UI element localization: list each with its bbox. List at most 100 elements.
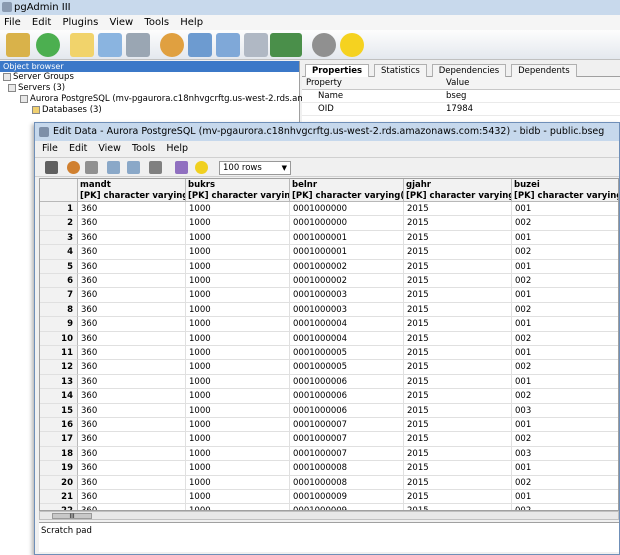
table-cell[interactable]: 0001000008 [290, 475, 404, 490]
table-cell[interactable]: 002 [512, 216, 618, 231]
table-cell[interactable]: 1000 [186, 259, 290, 274]
table-cell[interactable]: 0001000003 [290, 288, 404, 303]
table-cell[interactable]: 360 [78, 216, 186, 231]
table-cell[interactable]: 2015 [404, 216, 512, 231]
table-cell[interactable]: 360 [78, 288, 186, 303]
table-cell[interactable]: 0001000009 [290, 504, 404, 510]
table-cell[interactable]: 0001000007 [290, 418, 404, 433]
scrollbar-thumb[interactable]: III [52, 513, 92, 520]
table-cell[interactable]: 0001000006 [290, 403, 404, 418]
table-cell[interactable]: 0001000004 [290, 317, 404, 332]
column-header-belnr[interactable]: belnr[PK] character varying(10) [290, 179, 404, 202]
table-cell[interactable]: 0001000003 [290, 302, 404, 318]
table-cell[interactable]: 002 [512, 274, 618, 289]
edit-menu-help[interactable]: Help [162, 142, 192, 156]
table-cell[interactable]: 1000 [186, 216, 290, 231]
table-cell[interactable]: 1000 [186, 245, 290, 260]
table-cell[interactable]: 360 [78, 490, 186, 505]
menu-file[interactable]: File [0, 15, 25, 30]
table-cell[interactable]: 002 [512, 504, 618, 510]
property-row[interactable]: Name bseg [302, 90, 620, 103]
table-cell[interactable]: 1000 [186, 274, 290, 289]
table-cell[interactable]: 001 [512, 202, 618, 217]
tab-dependents[interactable]: Dependents [511, 64, 577, 77]
table-cell[interactable]: 001 [512, 375, 618, 390]
table-cell[interactable]: 360 [78, 317, 186, 332]
menu-tools[interactable]: Tools [140, 15, 173, 30]
tree-item-servers[interactable]: Servers (3) [0, 83, 299, 94]
help-icon[interactable] [195, 161, 208, 174]
table-cell[interactable]: 1000 [186, 360, 290, 375]
table-cell[interactable]: 2015 [404, 475, 512, 490]
table-cell[interactable]: 360 [78, 475, 186, 490]
table-cell[interactable]: 2015 [404, 374, 512, 390]
table-cell[interactable]: 002 [512, 389, 618, 404]
table-cell[interactable]: 002 [512, 360, 618, 375]
table-cell[interactable]: 001 [512, 231, 618, 246]
tree-item-aurora-server[interactable]: Aurora PostgreSQL (mv-pgaurora.c18nhvgcr… [0, 94, 342, 105]
table-cell[interactable]: 0001000007 [290, 432, 404, 447]
menu-view[interactable]: View [106, 15, 138, 30]
undo-icon[interactable] [85, 161, 98, 174]
column-header-buzei[interactable]: buzei[PK] character varying(3) [512, 179, 618, 202]
table-cell[interactable]: 0001000007 [290, 446, 404, 462]
table-cell[interactable]: 2015 [404, 274, 512, 289]
table-cell[interactable]: 360 [78, 403, 186, 418]
table-cell[interactable]: 0001000002 [290, 259, 404, 274]
table-cell[interactable]: 001 [512, 317, 618, 332]
table-cell[interactable]: 2015 [404, 259, 512, 274]
table-cell[interactable]: 0001000006 [290, 389, 404, 404]
rows-limit-select[interactable]: 100 rows ▼ [219, 161, 291, 175]
refresh-icon[interactable] [36, 33, 60, 57]
hint-icon[interactable] [312, 33, 336, 57]
sql-icon[interactable] [160, 33, 184, 57]
table-cell[interactable]: 360 [78, 360, 186, 375]
table-cell[interactable]: 360 [78, 230, 186, 246]
table-cell[interactable]: 1000 [186, 504, 290, 510]
table-cell[interactable]: 003 [512, 447, 618, 462]
table-cell[interactable]: 1000 [186, 302, 290, 318]
table-cell[interactable]: 2015 [404, 403, 512, 418]
table-cell[interactable]: 1000 [186, 418, 290, 433]
table-cell[interactable]: 1000 [186, 331, 290, 346]
table-cell[interactable]: 360 [78, 274, 186, 289]
table-cell[interactable]: 2015 [404, 288, 512, 303]
table-cell[interactable]: 2015 [404, 418, 512, 433]
tab-dependencies[interactable]: Dependencies [431, 64, 507, 77]
table-cell[interactable]: 0001000000 [290, 202, 404, 217]
table-cell[interactable]: 360 [78, 302, 186, 318]
table-cell[interactable]: 2015 [404, 245, 512, 260]
edit-menu-edit[interactable]: Edit [65, 142, 91, 156]
table-cell[interactable]: 001 [512, 461, 618, 476]
table-cell[interactable]: 0001000008 [290, 461, 404, 476]
table-cell[interactable]: 2015 [404, 331, 512, 346]
table-cell[interactable]: 360 [78, 461, 186, 476]
table-cell[interactable]: 002 [512, 303, 618, 318]
create-icon[interactable] [98, 33, 122, 57]
edit-menu-file[interactable]: File [38, 142, 62, 156]
column-header-gjahr[interactable]: gjahr[PK] character varying(4) [404, 179, 512, 202]
table-cell[interactable]: 360 [78, 432, 186, 447]
filter-icon[interactable] [175, 161, 188, 174]
table-cell[interactable]: 2015 [404, 461, 512, 476]
table-cell[interactable]: 360 [78, 346, 186, 361]
table-cell[interactable]: 2015 [404, 360, 512, 375]
table-cell[interactable]: 1000 [186, 374, 290, 390]
horizontal-scrollbar[interactable]: III [39, 511, 619, 520]
table-cell[interactable]: 2015 [404, 504, 512, 510]
paste-icon[interactable] [127, 161, 140, 174]
tree-item-server-groups[interactable]: Server Groups [0, 72, 299, 83]
table-cell[interactable]: 1000 [186, 288, 290, 303]
table-cell[interactable]: 1000 [186, 461, 290, 476]
table-cell[interactable]: 2015 [404, 346, 512, 361]
table-cell[interactable]: 2015 [404, 202, 512, 217]
table-cell[interactable]: 360 [78, 418, 186, 433]
table-cell[interactable]: 002 [512, 476, 618, 490]
table-cell[interactable]: 002 [512, 332, 618, 346]
table-cell[interactable]: 1000 [186, 346, 290, 361]
view-data-icon[interactable] [188, 33, 212, 57]
filter-data-icon[interactable] [216, 33, 240, 57]
table-cell[interactable]: 0001000000 [290, 216, 404, 231]
edit-menu-view[interactable]: View [94, 142, 125, 156]
table-cell[interactable]: 2015 [404, 230, 512, 246]
